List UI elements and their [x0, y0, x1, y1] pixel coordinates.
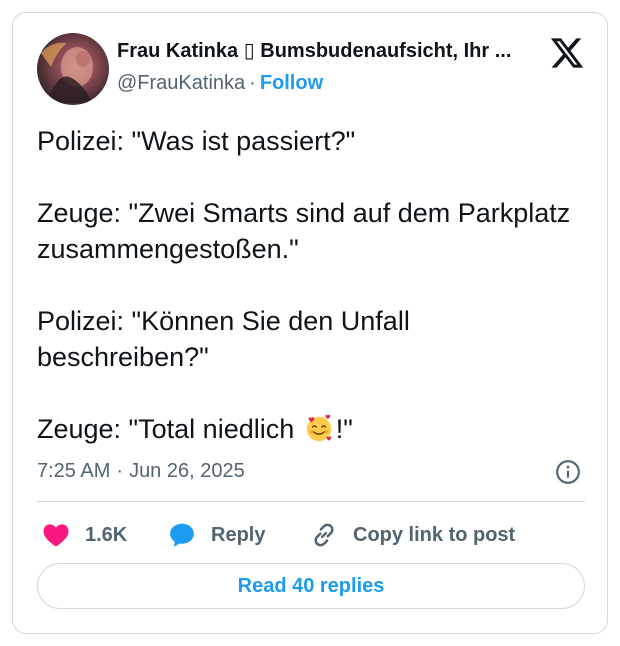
author-handle[interactable]: @FrauKatinka: [117, 72, 245, 94]
divider: [37, 501, 585, 502]
tweet-line: Zeuge: "Zwei Smarts sind auf dem Parkpla…: [37, 198, 571, 264]
tweet-time: 7:25 AM: [37, 460, 111, 482]
tweet-card: Frau Katinka ▯ Bumsbudenaufsicht, Ihr ..…: [12, 12, 608, 634]
reply-label: Reply: [211, 523, 266, 546]
smiling-face-with-hearts-icon: [304, 413, 334, 443]
link-icon: [309, 520, 339, 550]
author-handle-row: @FrauKatinka · Follow: [117, 71, 323, 95]
tweet-text: Polizei: "Was ist passiert?" Zeuge: "Zwe…: [37, 123, 587, 447]
tweet-line: Polizei: "Was ist passiert?": [37, 126, 356, 156]
info-icon[interactable]: [555, 459, 581, 485]
tweet-timestamp[interactable]: 7:25 AM · Jun 26, 2025: [37, 459, 245, 483]
copy-link-label: Copy link to post: [353, 523, 516, 546]
tweet-line-with-emoji: Zeuge: "Total niedlich !": [37, 411, 587, 447]
follow-button[interactable]: Follow: [260, 72, 323, 94]
meta-separator: ·: [116, 460, 124, 482]
read-replies-label: Read 40 replies: [237, 574, 385, 597]
like-button[interactable]: 1.6K: [41, 517, 127, 553]
handle-separator: ·: [249, 72, 256, 94]
tweet-actions: 1.6K Reply Copy link to post: [37, 517, 587, 553]
read-replies-button[interactable]: Read 40 replies: [37, 563, 585, 609]
reply-bubble-icon: [167, 520, 197, 550]
reply-button[interactable]: Reply: [167, 517, 265, 553]
copy-link-button[interactable]: Copy link to post: [309, 517, 515, 553]
avatar[interactable]: [37, 33, 109, 105]
like-count: 1.6K: [85, 523, 128, 546]
tweet-line: Polizei: "Können Sie den Unfall beschrei…: [37, 306, 410, 372]
tweet-line-part: !": [335, 414, 353, 444]
x-logo-icon[interactable]: [549, 35, 585, 71]
avatar-photo-icon: [41, 42, 93, 103]
author-display-name[interactable]: Frau Katinka ▯ Bumsbudenaufsicht, Ihr ..…: [117, 39, 537, 63]
tweet-date: Jun 26, 2025: [129, 460, 245, 482]
tweet-line-part: Zeuge: "Total niedlich: [37, 414, 295, 444]
heart-icon: [41, 520, 71, 550]
